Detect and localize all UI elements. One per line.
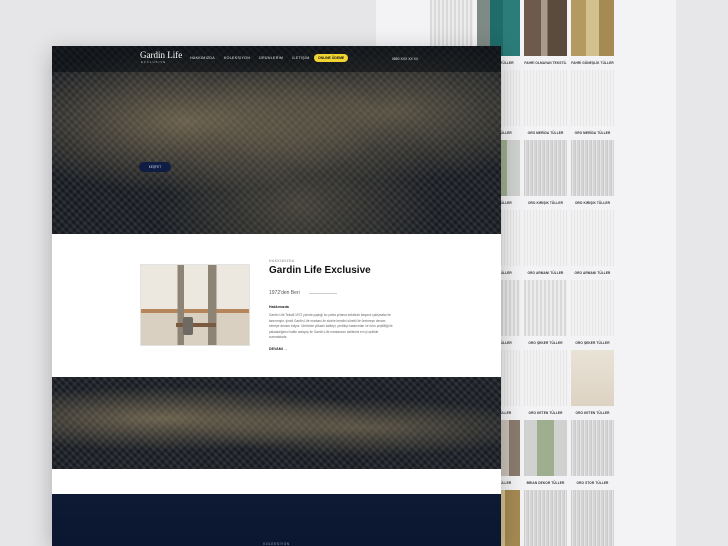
product-tile[interactable]: ORO KIRIŞIK TÜLLER xyxy=(524,140,567,210)
product-caption: BRIAN DEKOR TÜLLER xyxy=(526,481,565,485)
product-swatch[interactable] xyxy=(571,140,614,196)
background-strip xyxy=(676,0,728,546)
fabric-banner xyxy=(52,377,501,469)
product-tile[interactable]: ORO ŞEKER TÜLLER xyxy=(524,280,567,350)
product-swatch[interactable] xyxy=(571,490,614,546)
product-swatch[interactable] xyxy=(524,140,567,196)
product-swatch[interactable] xyxy=(571,0,614,56)
logo-subtitle: EXCLUSIVE xyxy=(141,61,167,64)
product-swatch[interactable] xyxy=(524,70,567,126)
nav-item-contact[interactable]: İLETİŞİM xyxy=(292,56,309,60)
product-caption: ORO KETEN TÜLLER xyxy=(528,411,563,415)
product-tile[interactable]: ORO ARMANI TÜLLER xyxy=(571,210,614,280)
product-swatch[interactable] xyxy=(524,280,567,336)
product-tile[interactable]: ORO MERİDA TÜLLER xyxy=(571,70,614,140)
product-tile[interactable]: ORO MERİDA TÜLLER xyxy=(524,70,567,140)
table-shape xyxy=(176,323,216,327)
product-swatch[interactable] xyxy=(571,70,614,126)
product-swatch[interactable] xyxy=(524,210,567,266)
about-paragraph: Gardin Life Tekstil 1972 yılında yaptığı… xyxy=(269,313,393,339)
about-room-photo xyxy=(140,264,250,346)
product-caption: ORO MERİDA TÜLLER xyxy=(527,131,564,135)
nav-item-products[interactable]: ÜRÜNLERİM xyxy=(259,56,283,60)
about-title: Gardin Life Exclusive xyxy=(269,265,371,276)
divider xyxy=(309,293,337,294)
about-section: HAKKIMIZDA Gardin Life Exclusive 1972'de… xyxy=(52,234,501,377)
logo[interactable]: Gardin Life xyxy=(140,51,182,60)
collection-label: KOLEKSİYON xyxy=(263,542,290,546)
product-tile[interactable]: ORO STOR TÜLLER xyxy=(571,420,614,490)
product-caption: ORO STOR TÜLLER xyxy=(576,481,609,485)
nav-item-about[interactable]: HAKKIMIZDA xyxy=(190,56,215,60)
collection-section: KOLEKSİYON xyxy=(52,494,501,546)
product-swatch[interactable] xyxy=(571,420,614,476)
product-caption: ORO KIRIŞIK TÜLLER xyxy=(527,201,564,205)
product-tile[interactable]: ORO ARMANI TÜLLER xyxy=(524,210,567,280)
product-swatch[interactable] xyxy=(524,420,567,476)
hero-fabric-banner: Gardin Life EXCLUSIVE HAKKIMIZDA KOLEKSI… xyxy=(52,46,501,234)
product-tile[interactable]: FAHRİ GÜNEŞLİK TÜLLER xyxy=(571,0,614,70)
nav-menu: HAKKIMIZDA KOLEKSIYON ÜRÜNLERİM İLETİŞİM… xyxy=(190,56,324,60)
product-tile[interactable] xyxy=(524,490,567,546)
product-tile[interactable]: ORO KIRIŞIK TÜLLER xyxy=(571,140,614,210)
nav-item-collection[interactable]: KOLEKSIYON xyxy=(224,56,250,60)
product-caption: ORO KIRIŞIK TÜLLER xyxy=(574,201,611,205)
product-swatch[interactable] xyxy=(524,0,567,56)
about-subheading: Hakkımızda xyxy=(269,305,289,309)
product-swatch[interactable] xyxy=(524,350,567,406)
navbar: Gardin Life EXCLUSIVE HAKKIMIZDA KOLEKSI… xyxy=(52,46,501,72)
product-caption: FAHRİ OLMAYAN TEKSTİL xyxy=(524,61,567,65)
product-caption: ORO ARMANI TÜLLER xyxy=(574,271,611,275)
product-caption: ORO ŞEKER TÜLLER xyxy=(575,341,610,345)
product-caption: ORO KETEN TÜLLER xyxy=(575,411,610,415)
product-caption: FAHRİ GÜNEŞLİK TÜLLER xyxy=(571,61,614,65)
read-more-link[interactable]: DEVAMI → xyxy=(269,347,287,351)
product-tile[interactable] xyxy=(571,490,614,546)
about-kicker: HAKKIMIZDA xyxy=(269,259,295,263)
online-payment-button[interactable]: ONLINE ÖDEME xyxy=(314,54,349,62)
product-tile[interactable]: BRIAN DEKOR TÜLLER xyxy=(524,420,567,490)
product-tile[interactable]: ORO ŞEKER TÜLLER xyxy=(571,280,614,350)
product-swatch[interactable] xyxy=(571,280,614,336)
product-swatch[interactable] xyxy=(571,210,614,266)
website-preview: Gardin Life EXCLUSIVE HAKKIMIZDA KOLEKSI… xyxy=(52,46,501,546)
hero-discover-button[interactable]: KEŞFET xyxy=(139,162,171,172)
product-caption: ORO ARMANI TÜLLER xyxy=(527,271,564,275)
product-swatch[interactable] xyxy=(571,350,614,406)
product-tile[interactable]: ORO KETEN TÜLLER xyxy=(524,350,567,420)
chair-shape xyxy=(183,317,193,335)
product-caption: ORO ŞEKER TÜLLER xyxy=(528,341,563,345)
product-tile[interactable]: ORO KETEN TÜLLER xyxy=(571,350,614,420)
about-since: 1972'den Beri xyxy=(269,290,300,296)
product-tile[interactable]: FAHRİ OLMAYAN TEKSTİL xyxy=(524,0,567,70)
product-swatch[interactable] xyxy=(524,490,567,546)
product-caption: ORO MERİDA TÜLLER xyxy=(574,131,611,135)
phone-number[interactable]: 0850 XXX XX XX xyxy=(392,57,418,61)
